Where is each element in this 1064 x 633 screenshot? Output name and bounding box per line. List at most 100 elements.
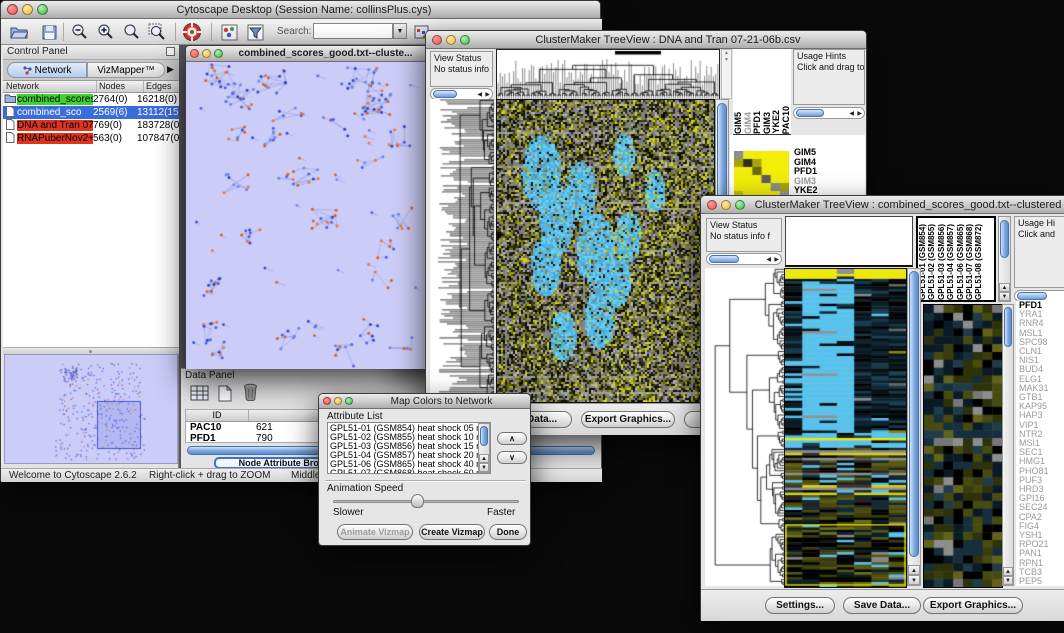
scroll-up-arrow[interactable]: ▲ <box>908 565 920 575</box>
move-up-button[interactable]: ∧ <box>497 432 527 445</box>
tab-overflow-button[interactable]: ▶ <box>167 64 174 75</box>
close-button[interactable] <box>707 200 717 210</box>
scroll-up-arrow[interactable]: ▲ <box>999 283 1010 292</box>
scroll-down-arrow[interactable]: ▼ <box>479 463 489 472</box>
scroll-left-arrow[interactable]: ◀ <box>477 89 482 99</box>
scroll-down-arrow[interactable]: ▼ <box>908 575 920 585</box>
zoom-in-icon[interactable] <box>95 22 115 42</box>
scrollbar-thumb[interactable] <box>709 255 739 263</box>
tv2-labels-vscrollbar[interactable]: ▲ ▼ <box>998 216 1011 302</box>
export-graphics-button[interactable]: Export Graphics... <box>581 411 675 428</box>
tv2-heatmap-vscrollbar[interactable]: ▲ ▼ <box>907 268 921 586</box>
scrollbar-thumb[interactable] <box>796 109 824 117</box>
tv1-label-scroll-strip[interactable]: ▲▼ <box>721 49 732 99</box>
minimize-button[interactable] <box>202 49 211 58</box>
treeview1-titlebar[interactable]: ClusterMaker TreeView : DNA and Tran 07-… <box>426 31 866 49</box>
tab-vizmapper[interactable]: VizMapper™ <box>87 62 165 78</box>
zoom-button[interactable] <box>214 49 223 58</box>
scrollbar-thumb[interactable] <box>480 426 488 446</box>
tv2-column-dendrogram-area[interactable] <box>785 216 913 267</box>
zoom-button[interactable] <box>345 397 353 405</box>
search-input[interactable] <box>313 23 393 39</box>
attribute-table-icon[interactable] <box>189 383 209 403</box>
attribute-list-vscrollbar[interactable]: ▲ ▼ <box>478 423 490 473</box>
save-data-button[interactable]: Save Data... <box>843 597 921 614</box>
done-button[interactable]: Done <box>489 524 527 540</box>
column-header-nodes[interactable]: Nodes <box>97 81 144 92</box>
scroll-up-arrow[interactable]: ▲ <box>1003 567 1013 576</box>
id-column-header[interactable]: ID <box>186 410 249 421</box>
scroll-down-arrow[interactable]: ▼ <box>999 292 1010 301</box>
tv2-zoom-vscrollbar[interactable]: ▲ ▼ <box>1002 304 1014 586</box>
tab-network[interactable]: Network <box>7 62 87 78</box>
tv2-heatmap[interactable] <box>784 268 907 588</box>
float-panel-icon[interactable] <box>166 47 175 56</box>
scrollbar-thumb[interactable] <box>1004 307 1012 347</box>
zoom-button[interactable] <box>37 4 48 15</box>
table-row[interactable]: DNA and Tran 07769(0)183728(0) <box>3 119 179 132</box>
tv1-column-dendrogram[interactable] <box>496 49 720 101</box>
create-vizmap-button[interactable]: Create Vizmap <box>419 524 485 540</box>
open-folder-icon[interactable] <box>9 22 29 42</box>
animate-vizmap-button[interactable]: Animate Vizmap <box>337 524 413 540</box>
scroll-left-arrow[interactable]: ◀ <box>849 108 854 118</box>
tv2-status-hscrollbar[interactable]: ◀ ▶ <box>706 253 782 265</box>
table-row[interactable]: RNAPuberNov2+563(0)107847(0) <box>3 132 179 145</box>
column-header-network[interactable]: Network <box>3 81 97 92</box>
scroll-left-arrow[interactable]: ◀ <box>766 254 771 264</box>
search-dropdown-button[interactable]: ▼ <box>393 23 407 39</box>
attribute-list-item[interactable]: GPL51-07 (GSM868) heat shock 60 min <box>330 469 488 474</box>
export-graphics-button[interactable]: Export Graphics... <box>923 597 1023 614</box>
close-button[interactable] <box>190 49 199 58</box>
toolbar-separator <box>63 23 64 41</box>
speed-slider-track[interactable] <box>333 500 519 503</box>
table-row[interactable]: combined_sco2569(6)13112(15) <box>3 106 179 119</box>
move-down-button[interactable]: ∨ <box>497 451 527 464</box>
delete-attribute-icon[interactable] <box>240 382 260 402</box>
zoom-button[interactable] <box>735 200 745 210</box>
tv2-zoom-heatmap[interactable] <box>923 304 1003 588</box>
filter-icon[interactable] <box>245 22 265 42</box>
network-view-canvas[interactable] <box>186 62 428 369</box>
treeview2-titlebar[interactable]: ClusterMaker TreeView : combined_scores_… <box>701 196 1064 214</box>
scroll-right-arrow[interactable]: ▶ <box>774 254 779 264</box>
save-icon[interactable] <box>39 22 59 42</box>
zoom-button[interactable] <box>460 35 470 45</box>
scrollbar-thumb[interactable] <box>909 271 919 557</box>
dialog-titlebar[interactable]: Map Colors to Network <box>319 394 530 409</box>
tv1-usage-hscrollbar[interactable]: ◀ ▶ <box>793 107 865 119</box>
scroll-up-arrow[interactable]: ▲ <box>479 454 489 463</box>
minimize-button[interactable] <box>721 200 731 210</box>
network-overview-panel[interactable] <box>4 354 178 464</box>
zoom-selected-icon[interactable] <box>121 22 141 42</box>
scrollbar-thumb[interactable] <box>1000 220 1009 258</box>
main-titlebar[interactable]: Cytoscape Desktop (Session Name: collins… <box>1 1 600 19</box>
minimize-button[interactable] <box>334 397 342 405</box>
tv1-cluster-heatmap[interactable] <box>734 151 789 199</box>
minimize-button[interactable] <box>22 4 33 15</box>
minimize-button[interactable] <box>446 35 456 45</box>
scrollbar-thumb[interactable] <box>433 90 457 98</box>
network-window-titlebar[interactable]: combined_scores_good.txt--cluste... <box>186 46 428 62</box>
attribute-listbox[interactable]: GPL51-01 (GSM854) heat shock 05 minGPL51… <box>327 422 491 474</box>
tv1-row-dendrogram[interactable] <box>430 99 494 401</box>
scroll-down-arrow[interactable]: ▼ <box>1003 576 1013 585</box>
tv2-row-dendrogram[interactable] <box>705 268 784 586</box>
settings-button[interactable]: Settings... <box>765 597 835 614</box>
scroll-right-arrow[interactable]: ▶ <box>485 89 490 99</box>
close-button[interactable] <box>323 397 331 405</box>
scrollbar-thumb[interactable] <box>1017 292 1047 300</box>
new-attribute-icon[interactable] <box>215 383 235 403</box>
scroll-right-arrow[interactable]: ▶ <box>857 108 862 118</box>
network-overview-minimap[interactable] <box>5 355 177 463</box>
close-button[interactable] <box>432 35 442 45</box>
tv1-heatmap[interactable] <box>496 99 715 403</box>
zoom-out-icon[interactable] <box>69 22 89 42</box>
close-button[interactable] <box>7 4 18 15</box>
zoom-fit-icon[interactable] <box>147 22 167 42</box>
speed-slider-thumb[interactable] <box>411 494 424 508</box>
help-icon[interactable] <box>181 22 203 42</box>
vizmapper-icon[interactable] <box>219 22 239 42</box>
column-header-edges[interactable]: Edges <box>144 81 179 92</box>
table-row[interactable]: combined_scores_2764(0)16218(0) <box>3 93 179 106</box>
